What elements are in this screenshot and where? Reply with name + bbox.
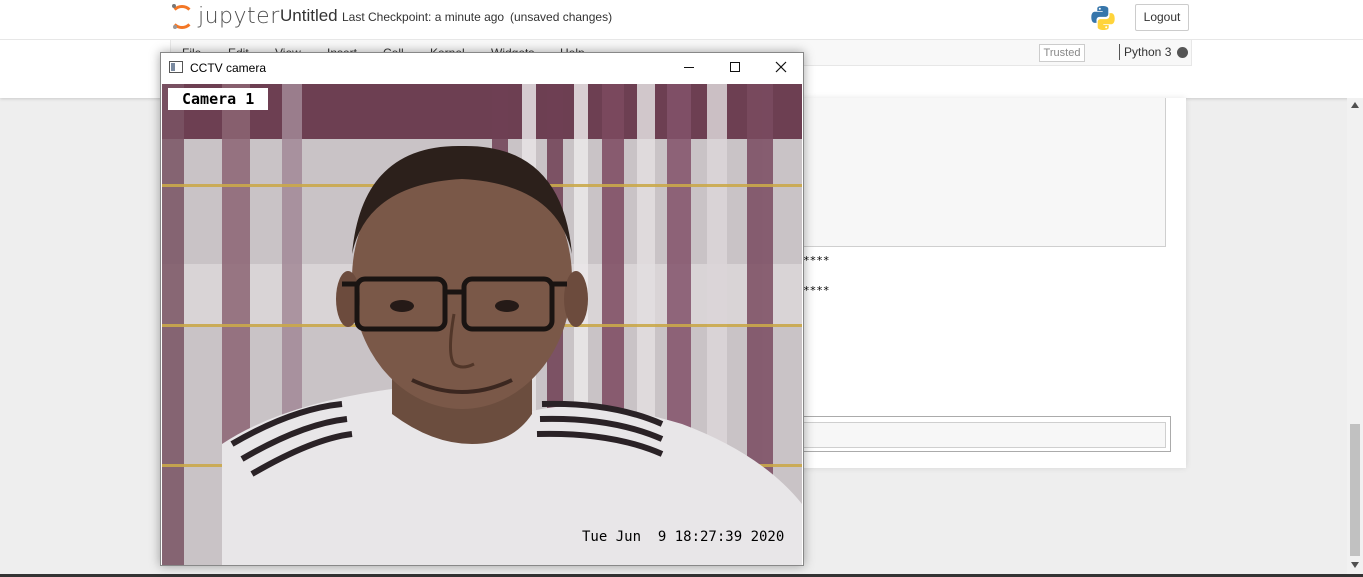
cctv-camera-window[interactable]: CCTV camera Camera 1 Tue Jun 9 18:27:39 … [160,52,804,566]
camera-timestamp: Tue Jun 9 18:27:39 2020 [582,529,785,545]
camera-label: Camera 1 [168,88,268,110]
maximize-button[interactable] [712,53,758,83]
app-window-icon [169,61,183,73]
minimize-button[interactable] [666,53,712,83]
close-icon [775,61,787,73]
logout-button[interactable]: Logout [1135,4,1189,31]
page-scrollbar[interactable] [1347,98,1363,577]
autosave-status: (unsaved changes) [510,10,613,24]
code-cell[interactable] [750,416,1171,452]
output-text-line: **** [803,254,830,267]
jupyter-logo[interactable]: jupyter [170,4,279,30]
window-titlebar[interactable]: CCTV camera [161,53,803,83]
minimize-icon [684,67,694,68]
maximize-icon [730,62,740,72]
kernel-name: Python 3 [1124,45,1172,59]
kernel-busy-icon [1177,47,1188,58]
camera-feed: Camera 1 Tue Jun 9 18:27:39 2020 [162,84,802,565]
scroll-down-arrow-icon[interactable] [1351,562,1359,568]
code-cell-input[interactable] [755,422,1166,448]
output-text-line: **** [803,284,830,297]
logo-dot [172,4,176,8]
python-logo-icon [1091,6,1115,31]
trusted-badge[interactable]: Trusted [1039,44,1085,62]
header-top-bar: jupyter Untitled Last Checkpoint: a minu… [0,0,1363,40]
checkpoint-status: Last Checkpoint: a minute ago [342,10,505,24]
scroll-up-arrow-icon[interactable] [1351,102,1359,108]
jupyter-logo-text: jupyter [198,4,280,29]
window-title: CCTV camera [190,61,267,75]
logo-dot [173,25,177,29]
kernel-divider [1119,44,1120,60]
cell-output-area [750,98,1166,247]
close-button[interactable] [758,53,804,83]
scrollbar-thumb[interactable] [1350,424,1360,556]
notebook-name[interactable]: Untitled [280,6,338,26]
camera-frame-image [162,84,802,565]
